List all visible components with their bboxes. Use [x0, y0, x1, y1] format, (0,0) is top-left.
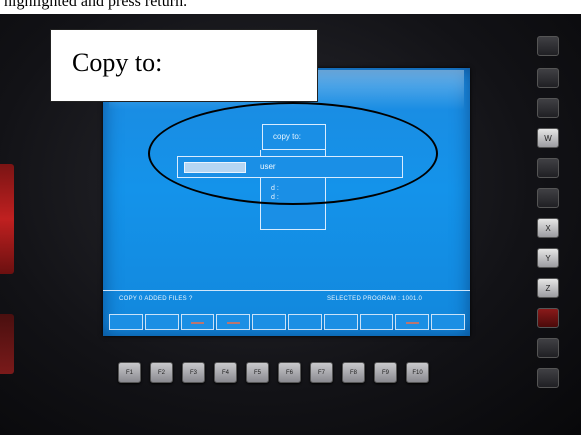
f1-key[interactable]: F1 — [118, 362, 141, 383]
softkey-marker — [405, 322, 419, 324]
copy-to-callout: Copy to: — [50, 29, 318, 102]
callout-label: Copy to: — [72, 48, 163, 77]
f5-key[interactable]: F5 — [246, 362, 269, 383]
keypad-key[interactable] — [537, 338, 559, 358]
softkey[interactable] — [109, 314, 143, 330]
softkey-marker — [191, 322, 204, 324]
keypad-key[interactable] — [537, 308, 559, 328]
softkey[interactable] — [180, 314, 215, 330]
status-right: SELECTED PROGRAM : 1001.0 — [327, 296, 423, 302]
softkey-marker — [226, 322, 240, 324]
f2-key[interactable]: F2 — [150, 362, 173, 383]
status-left: COPY 0 ADDED FILES ? — [119, 296, 193, 302]
f8-key[interactable]: F8 — [342, 362, 365, 383]
softkey[interactable] — [287, 314, 322, 330]
side-red-panel — [0, 164, 14, 274]
keypad-key[interactable] — [537, 158, 559, 178]
keypad-key[interactable] — [537, 68, 559, 88]
f3-key[interactable]: F3 — [182, 362, 205, 383]
keypad-key-y[interactable]: Y — [537, 248, 559, 268]
keypad-key-x[interactable]: X — [537, 218, 559, 238]
page-text-strip: highlighted and press return. — [0, 0, 581, 14]
side-red-panel-lower — [0, 314, 14, 374]
function-key-row: F1 F2 F3 F4 F5 F6 F7 F8 F9 F10 — [118, 362, 429, 383]
keypad-key-w[interactable]: W — [537, 128, 559, 148]
keypad-key-z[interactable]: Z — [537, 278, 559, 298]
softkey[interactable] — [395, 314, 430, 330]
f6-key[interactable]: F6 — [278, 362, 301, 383]
softkey[interactable] — [216, 314, 251, 330]
f7-key[interactable]: F7 — [310, 362, 333, 383]
highlight-ellipse — [148, 102, 438, 205]
status-divider — [103, 290, 470, 291]
softkey[interactable] — [431, 314, 465, 330]
softkey[interactable] — [359, 314, 394, 330]
f9-key[interactable]: F9 — [374, 362, 397, 383]
keypad-key[interactable] — [537, 368, 559, 388]
softkey[interactable] — [144, 314, 179, 330]
keypad-key[interactable] — [537, 98, 559, 118]
keypad-key[interactable] — [537, 188, 559, 208]
page-text: highlighted and press return. — [4, 0, 188, 10]
softkey[interactable] — [252, 314, 286, 330]
softkey[interactable] — [323, 314, 358, 330]
softkey-bar — [109, 314, 465, 330]
keypad-key[interactable] — [537, 36, 559, 56]
f10-key[interactable]: F10 — [406, 362, 429, 383]
f4-key[interactable]: F4 — [214, 362, 237, 383]
